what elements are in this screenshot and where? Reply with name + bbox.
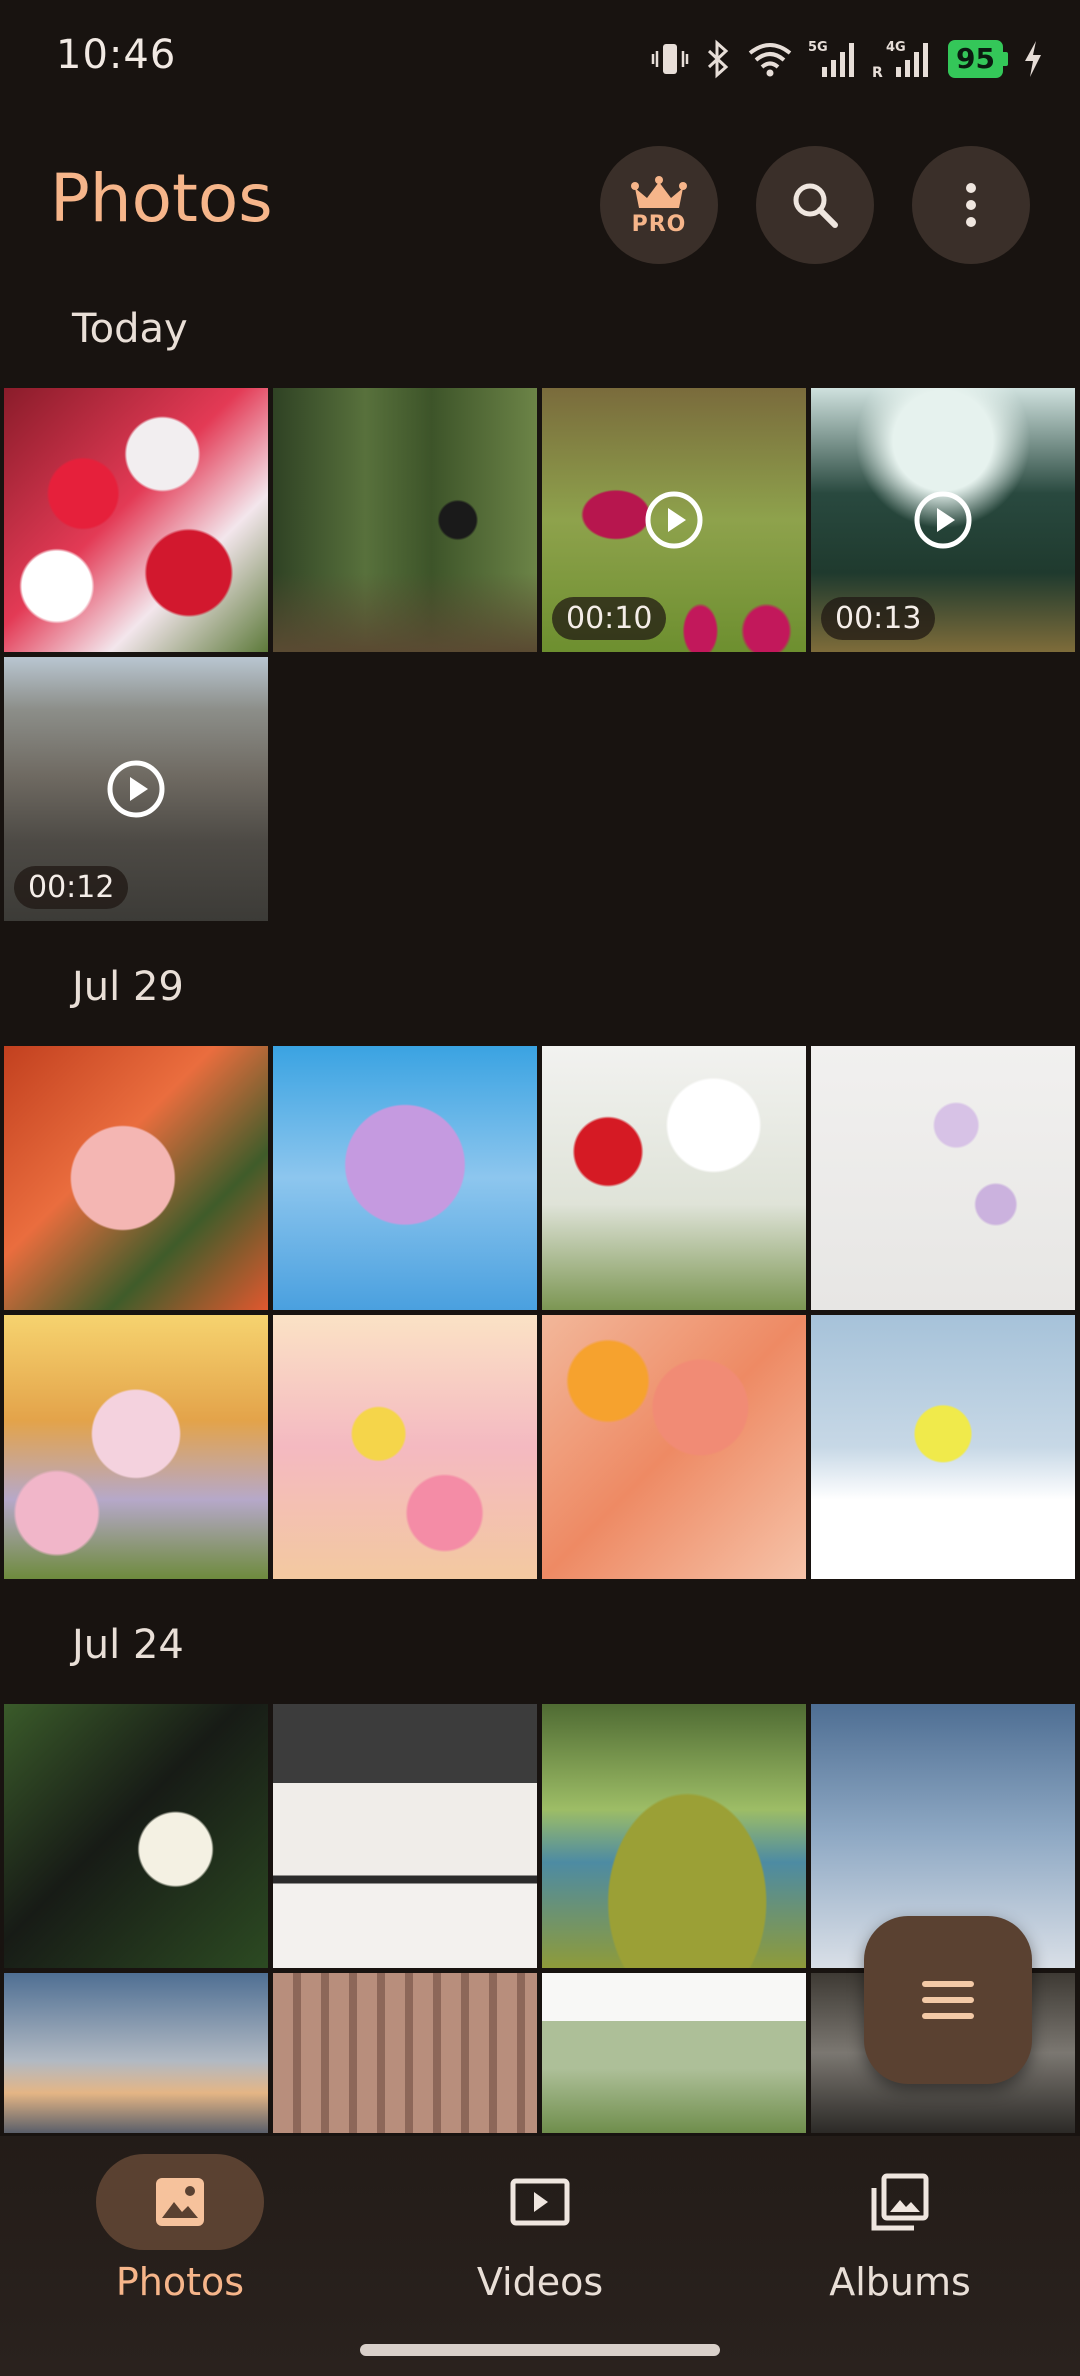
video-thumbnail[interactable]: 00:13 <box>811 388 1075 652</box>
svg-text:4G: 4G <box>886 40 906 55</box>
video-duration: 00:10 <box>552 597 667 640</box>
jul-29-grid <box>4 1046 1075 1579</box>
nav-videos[interactable]: Videos <box>380 2154 700 2314</box>
photo-thumbnail[interactable] <box>542 1704 806 1968</box>
photo-thumbnail[interactable] <box>4 1704 268 1968</box>
photo-thumbnail[interactable] <box>811 1046 1075 1310</box>
section-label-jul-29: Jul 29 <box>72 964 184 1010</box>
photo-thumbnail[interactable] <box>542 1973 806 2133</box>
nav-label: Albums <box>829 2260 971 2304</box>
search-icon <box>793 183 838 228</box>
photo-thumbnail[interactable] <box>273 1046 537 1310</box>
section-label-jul-24: Jul 24 <box>72 1622 184 1668</box>
battery-level: 95 <box>948 40 1003 78</box>
pro-label: PRO <box>631 211 687 237</box>
video-icon <box>510 2178 570 2226</box>
nav-indicator <box>96 2154 264 2250</box>
search-button[interactable] <box>756 146 874 264</box>
svg-text:R: R <box>872 65 883 81</box>
today-grid: 00:10 00:13 00:12 <box>4 388 1075 921</box>
video-thumbnail[interactable]: 00:12 <box>4 657 268 921</box>
nav-photos[interactable]: Photos <box>20 2154 340 2314</box>
play-icon <box>107 760 165 818</box>
vibrate-icon <box>651 44 689 74</box>
photo-thumbnail[interactable] <box>542 1315 806 1579</box>
signal-5g-icon: 5G <box>808 40 855 77</box>
photo-thumbnail[interactable] <box>273 1315 537 1579</box>
nav-indicator <box>816 2154 984 2250</box>
nav-label: Photos <box>115 2260 245 2304</box>
svg-text:5G: 5G <box>808 40 828 55</box>
menu-icon <box>922 1981 974 2019</box>
photo-thumbnail[interactable] <box>4 1046 268 1310</box>
battery-indicator: 95 <box>948 40 1008 78</box>
play-icon <box>645 491 703 549</box>
status-bar: 10:46 5G R 4G 95 <box>0 0 1080 118</box>
pro-upgrade-button[interactable]: PRO <box>600 146 718 264</box>
section-label-today: Today <box>72 306 188 352</box>
nav-label: Videos <box>476 2260 604 2304</box>
bottom-navigation: Photos Videos Albums <box>0 2136 1080 2376</box>
charging-icon <box>1025 41 1041 77</box>
crown-icon <box>631 175 687 208</box>
play-icon <box>914 491 972 549</box>
more-vert-icon <box>966 183 976 227</box>
image-icon <box>156 2178 204 2226</box>
menu-fab[interactable] <box>864 1916 1032 2084</box>
photo-thumbnail[interactable] <box>4 1973 268 2133</box>
more-options-button[interactable] <box>912 146 1030 264</box>
status-time: 10:46 <box>56 32 177 78</box>
bluetooth-icon <box>708 39 729 79</box>
status-icons: 5G R 4G 95 <box>650 34 1044 84</box>
photo-thumbnail[interactable] <box>542 1046 806 1310</box>
nav-indicator <box>456 2154 624 2250</box>
video-duration: 00:13 <box>821 597 936 640</box>
photo-thumbnail[interactable] <box>273 388 537 652</box>
albums-icon <box>871 2173 929 2231</box>
photo-thumbnail[interactable] <box>273 1704 537 1968</box>
photo-thumbnail[interactable] <box>273 1973 537 2133</box>
home-indicator[interactable] <box>360 2344 720 2356</box>
nav-albums[interactable]: Albums <box>740 2154 1060 2314</box>
video-thumbnail[interactable]: 00:10 <box>542 388 806 652</box>
video-duration: 00:12 <box>14 866 129 909</box>
photo-thumbnail[interactable] <box>4 388 268 652</box>
photo-thumbnail[interactable] <box>4 1315 268 1579</box>
photo-thumbnail[interactable] <box>811 1315 1075 1579</box>
signal-4g-roaming-icon: R 4G <box>872 40 929 81</box>
wifi-icon <box>748 43 792 77</box>
page-title: Photos <box>50 160 273 237</box>
